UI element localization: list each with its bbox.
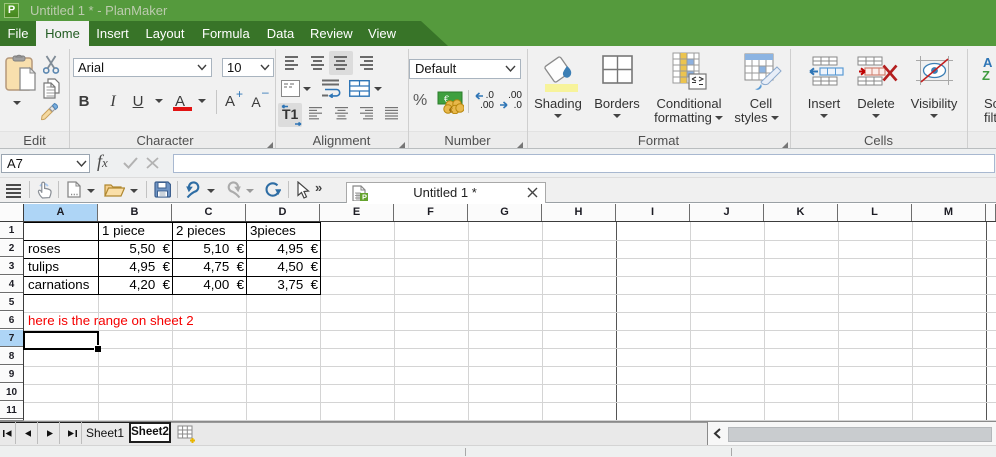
svg-text:P: P xyxy=(362,193,367,201)
svg-text:€: € xyxy=(449,108,453,115)
